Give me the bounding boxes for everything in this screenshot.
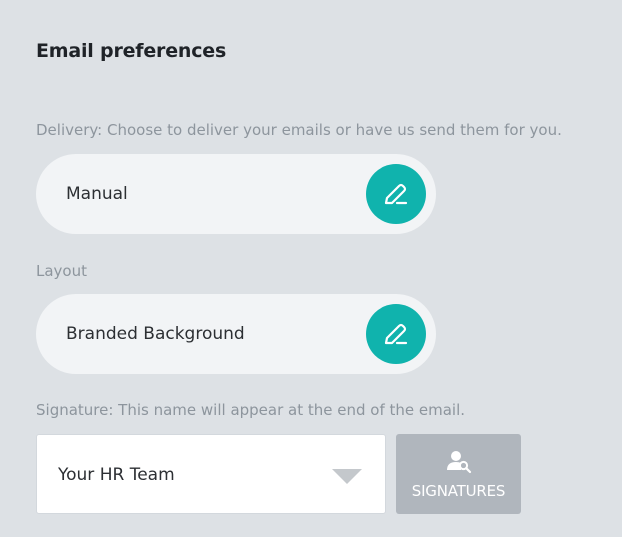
- delivery-edit-button[interactable]: [366, 164, 426, 224]
- pencil-icon: [384, 183, 408, 205]
- layout-label: Layout: [36, 262, 87, 280]
- signatures-button-label: SIGNATURES: [411, 482, 506, 500]
- signature-select[interactable]: Your HR Team: [36, 434, 386, 514]
- layout-value: Branded Background: [66, 324, 245, 344]
- layout-edit-button[interactable]: [366, 304, 426, 364]
- delivery-label: Delivery: Choose to deliver your emails …: [36, 121, 562, 139]
- section-title: Email preferences: [36, 40, 227, 62]
- pencil-icon: [384, 323, 408, 345]
- signature-label: Signature: This name will appear at the …: [36, 401, 466, 419]
- signatures-button[interactable]: SIGNATURES: [396, 434, 521, 514]
- layout-field: Branded Background: [36, 294, 436, 374]
- signature-selected-value: Your HR Team: [58, 465, 175, 485]
- delivery-value: Manual: [66, 184, 128, 204]
- caret-down-icon: [332, 469, 362, 484]
- person-search-icon: [446, 451, 471, 474]
- delivery-field: Manual: [36, 154, 436, 234]
